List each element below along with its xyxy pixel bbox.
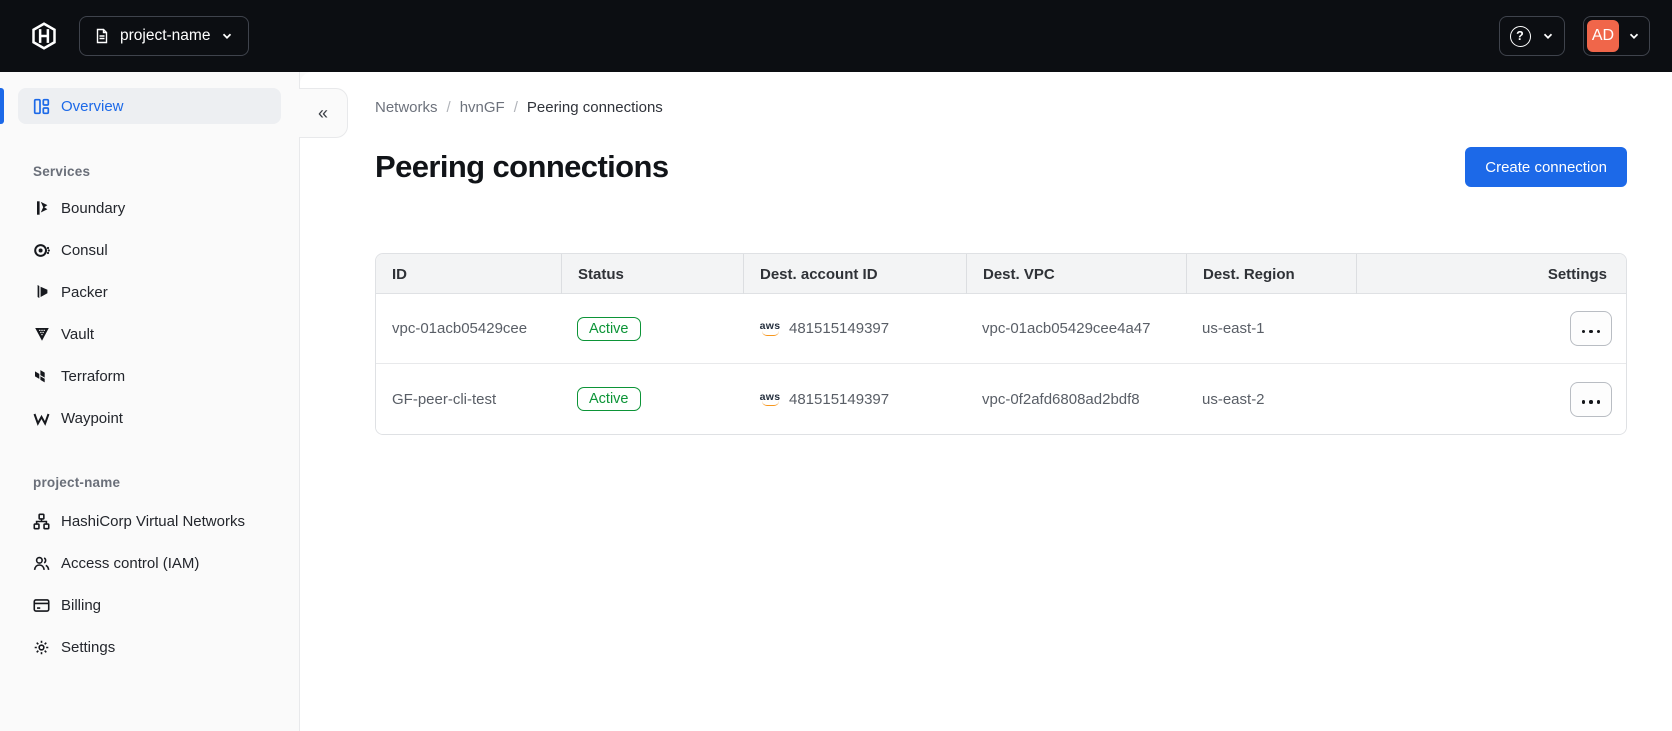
- cell-settings: [1356, 311, 1626, 346]
- account-menu-button[interactable]: AD: [1583, 16, 1650, 56]
- help-icon: ?: [1509, 25, 1531, 47]
- consul-icon: [33, 242, 50, 259]
- column-header-id: ID: [392, 265, 407, 283]
- users-icon: [33, 555, 50, 572]
- cell-status: Active: [561, 316, 743, 341]
- breadcrumb-networks[interactable]: Networks: [375, 99, 438, 116]
- sidebar-project-list: HashiCorp Virtual Networks Access contro…: [18, 500, 281, 668]
- sidebar-item-label: HashiCorp Virtual Networks: [61, 512, 245, 530]
- cell-dest-region: us-east-1: [1202, 320, 1265, 337]
- dashboard-icon: [33, 98, 50, 115]
- breadcrumb: Networks / hvnGF / Peering connections: [375, 97, 1627, 118]
- waypoint-icon: [33, 410, 50, 427]
- breadcrumb-current: Peering connections: [526, 99, 663, 116]
- terraform-icon: [33, 368, 50, 385]
- sidebar-item-label: Overview: [61, 97, 124, 115]
- breadcrumb-hvn[interactable]: hvnGF: [460, 99, 505, 116]
- sidebar: Overview Services Boundary Consul Packer…: [0, 72, 300, 731]
- document-icon: [94, 28, 110, 44]
- aws-icon: aws: [759, 392, 781, 407]
- project-switcher-button[interactable]: project-name: [79, 16, 250, 56]
- table-header-row: ID Status Dest. account ID Dest. VPC Des…: [376, 254, 1626, 294]
- sidebar-section-services: Services: [33, 164, 91, 179]
- sidebar-item-overview[interactable]: Overview: [18, 88, 281, 124]
- ellipsis-icon: [1580, 321, 1603, 336]
- sidebar-item-label: Waypoint: [61, 409, 123, 427]
- sidebar-item-waypoint[interactable]: Waypoint: [18, 397, 281, 439]
- avatar: AD: [1587, 20, 1619, 52]
- sidebar-item-billing[interactable]: Billing: [18, 584, 281, 626]
- cell-status: Active: [561, 387, 743, 411]
- ellipsis-icon: [1580, 392, 1603, 407]
- column-header-dest-vpc: Dest. VPC: [966, 254, 1186, 294]
- row-actions-button[interactable]: [1570, 311, 1612, 346]
- collapse-sidebar-button[interactable]: «: [299, 88, 348, 138]
- billing-icon: [33, 597, 50, 614]
- page-title: Peering connections: [375, 149, 669, 184]
- cell-dest-vpc: vpc-01acb05429cee4a47: [982, 320, 1151, 337]
- table-row: vpc-01acb05429cee Active aws 48151514939…: [376, 294, 1626, 364]
- chevron-down-icon: [220, 29, 234, 43]
- sidebar-item-access-control[interactable]: Access control (IAM): [18, 542, 281, 584]
- sidebar-item-virtual-networks[interactable]: HashiCorp Virtual Networks: [18, 500, 281, 542]
- cell-dest-vpc: vpc-0f2afd6808ad2bdf8: [982, 390, 1140, 408]
- sidebar-item-boundary[interactable]: Boundary: [18, 187, 281, 229]
- table-row: GF-peer-cli-test Active aws 481515149397…: [376, 364, 1626, 434]
- column-header-settings: Settings: [1356, 254, 1626, 294]
- sidebar-item-label: Settings: [61, 638, 116, 656]
- collapse-sidebar-icon: «: [317, 102, 328, 123]
- account-id-value: 481515149397: [789, 320, 890, 337]
- chevron-down-icon: [1627, 29, 1641, 43]
- status-badge: Active: [577, 387, 641, 411]
- status-badge: Active: [577, 316, 641, 341]
- app-frame: Overview Services Boundary Consul Packer…: [0, 72, 1672, 731]
- sidebar-item-terraform[interactable]: Terraform: [18, 355, 281, 397]
- sidebar-item-label: Consul: [61, 241, 108, 259]
- cell-settings: [1356, 381, 1626, 417]
- cell-dest-region: us-east-2: [1202, 390, 1265, 408]
- sidebar-item-label: Boundary: [61, 199, 126, 217]
- breadcrumb-separator: /: [513, 99, 518, 116]
- sidebar-item-settings[interactable]: Settings: [18, 626, 281, 668]
- create-connection-button[interactable]: Create connection: [1465, 147, 1627, 187]
- active-item-indicator: [0, 88, 4, 124]
- hashicorp-logo-icon: [27, 19, 61, 53]
- cell-id: vpc-01acb05429cee: [392, 320, 528, 337]
- help-menu-button[interactable]: ?: [1499, 16, 1565, 56]
- aws-icon: aws: [759, 321, 781, 336]
- cell-dest-account-id: aws 481515149397: [743, 320, 966, 337]
- sidebar-item-label: Terraform: [61, 367, 126, 385]
- breadcrumb-separator: /: [446, 99, 451, 116]
- top-bar: project-name ? AD: [0, 0, 1672, 72]
- column-header-dest-region: Dest. Region: [1186, 254, 1356, 294]
- account-id-value: 481515149397: [789, 390, 890, 408]
- gear-icon: [33, 639, 50, 656]
- network-icon: [33, 512, 50, 530]
- sidebar-item-label: Vault: [61, 325, 95, 343]
- packer-icon: [33, 284, 50, 301]
- project-switcher-label: project-name: [120, 27, 211, 44]
- sidebar-item-label: Access control (IAM): [61, 554, 200, 572]
- boundary-icon: [33, 200, 50, 217]
- main-content: Networks / hvnGF / Peering connections P…: [300, 72, 1672, 731]
- sidebar-item-consul[interactable]: Consul: [18, 229, 281, 271]
- sidebar-item-packer[interactable]: Packer: [18, 271, 281, 313]
- sidebar-section-project: project-name: [33, 475, 121, 490]
- column-header-status: Status: [561, 254, 743, 294]
- page-header: Peering connections Create connection: [375, 144, 1627, 190]
- sidebar-item-label: Billing: [61, 596, 102, 614]
- vault-icon: [33, 326, 50, 343]
- chevron-down-icon: [1541, 29, 1555, 43]
- row-actions-button[interactable]: [1570, 381, 1612, 417]
- column-header-dest-account-id: Dest. account ID: [743, 254, 966, 294]
- sidebar-item-vault[interactable]: Vault: [18, 313, 281, 355]
- sidebar-item-label: Packer: [61, 283, 108, 301]
- sidebar-services-list: Boundary Consul Packer Vault Terraform W…: [18, 187, 281, 439]
- cell-id: GF-peer-cli-test: [392, 390, 497, 408]
- peering-connections-table: ID Status Dest. account ID Dest. VPC Des…: [375, 253, 1627, 435]
- cell-dest-account-id: aws 481515149397: [743, 391, 966, 408]
